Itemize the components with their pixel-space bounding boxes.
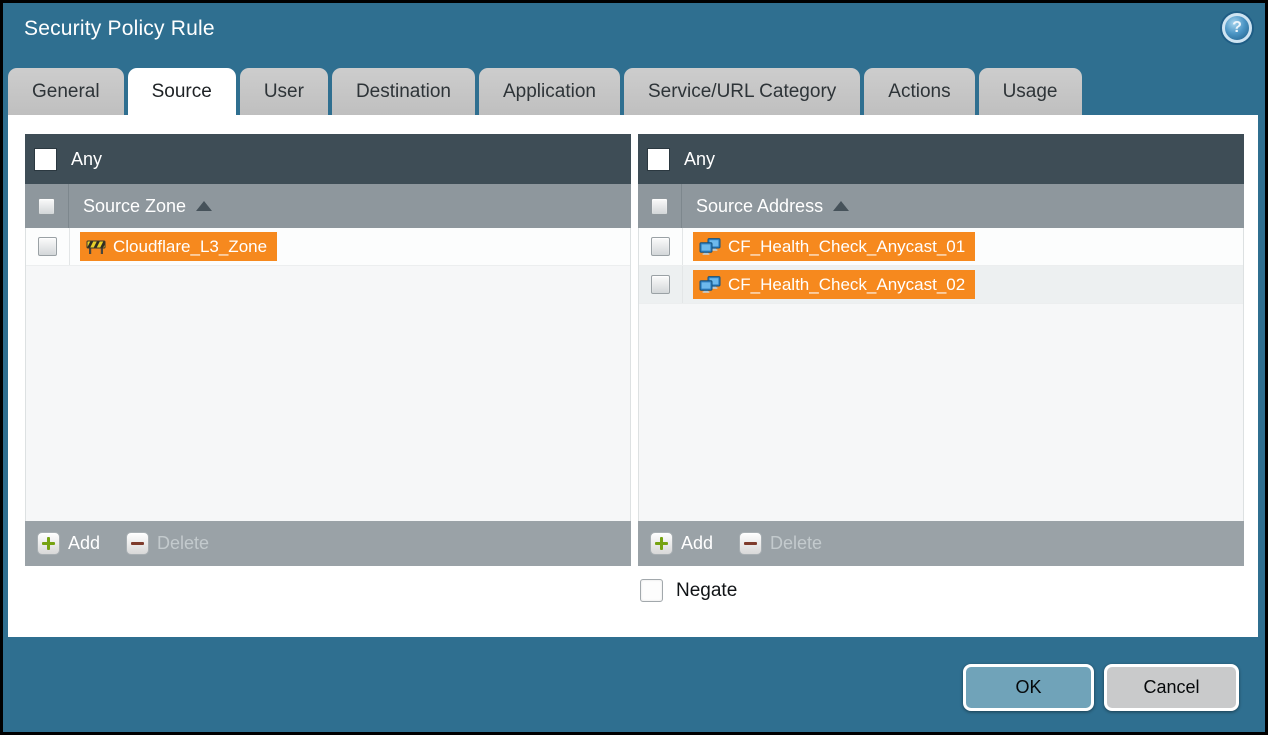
source-address-column-header: Source Address [638, 184, 1244, 228]
tab-bar: General Source User Destination Applicat… [8, 68, 1082, 115]
cancel-button[interactable]: Cancel [1104, 664, 1239, 711]
source-zone-column-header: Source Zone [25, 184, 631, 228]
add-address-button[interactable]: Add [650, 532, 713, 555]
row-checkbox-cell [26, 228, 70, 265]
source-address-any-label: Any [684, 149, 715, 170]
zone-entry[interactable]: Cloudflare_L3_Zone [80, 232, 277, 261]
address-entry-label: CF_Health_Check_Anycast_02 [728, 275, 965, 295]
tab-usage[interactable]: Usage [979, 68, 1082, 115]
add-button-label: Add [68, 533, 100, 554]
dialog-title: Security Policy Rule [24, 17, 215, 41]
address-icon [699, 276, 721, 293]
select-all-cell [25, 184, 69, 228]
delete-zone-button[interactable]: Delete [126, 532, 209, 555]
source-address-panel: Any Source Address [638, 134, 1244, 566]
plus-icon [37, 532, 60, 555]
source-zone-any-label: Any [71, 149, 102, 170]
negate-control: Negate [640, 579, 737, 602]
add-button-label: Add [681, 533, 713, 554]
source-zone-list: Cloudflare_L3_Zone [25, 228, 631, 521]
address-entry[interactable]: CF_Health_Check_Anycast_02 [693, 270, 975, 299]
ok-button[interactable]: OK [963, 664, 1094, 711]
source-zone-row-checkbox[interactable] [38, 237, 57, 256]
source-zone-footer: Add Delete [25, 521, 631, 566]
negate-checkbox[interactable] [640, 579, 663, 602]
source-address-any-row: Any [638, 134, 1244, 184]
tab-actions[interactable]: Actions [864, 68, 974, 115]
tab-service-url-category[interactable]: Service/URL Category [624, 68, 860, 115]
negate-label: Negate [676, 580, 737, 602]
source-address-any-checkbox[interactable] [648, 149, 669, 170]
tab-application[interactable]: Application [479, 68, 620, 115]
help-icon[interactable]: ? [1222, 13, 1252, 43]
address-row-checkbox[interactable] [651, 237, 670, 256]
source-tab-content: Any Source Zone [8, 115, 1258, 637]
source-address-list: CF_Health_Check_Anycast_01 [638, 228, 1244, 521]
address-entry[interactable]: CF_Health_Check_Anycast_01 [693, 232, 975, 261]
source-address-row: CF_Health_Check_Anycast_01 [639, 228, 1243, 266]
address-icon [699, 238, 721, 255]
minus-icon [126, 532, 149, 555]
zone-entry-label: Cloudflare_L3_Zone [113, 237, 267, 257]
source-zone-any-checkbox[interactable] [35, 149, 56, 170]
delete-address-button[interactable]: Delete [739, 532, 822, 555]
source-address-select-all-checkbox[interactable] [651, 198, 668, 215]
delete-button-label: Delete [770, 533, 822, 554]
address-row-checkbox[interactable] [651, 275, 670, 294]
tab-general[interactable]: General [8, 68, 124, 115]
delete-button-label: Delete [157, 533, 209, 554]
tab-user[interactable]: User [240, 68, 328, 115]
source-zone-panel: Any Source Zone [25, 134, 631, 566]
select-all-cell [638, 184, 682, 228]
source-zone-row: Cloudflare_L3_Zone [26, 228, 630, 266]
source-zone-column-title[interactable]: Source Zone [83, 196, 186, 217]
add-zone-button[interactable]: Add [37, 532, 100, 555]
sort-ascending-icon[interactable] [196, 201, 212, 211]
address-entry-label: CF_Health_Check_Anycast_01 [728, 237, 965, 257]
row-checkbox-cell [639, 266, 683, 303]
zone-icon [86, 239, 106, 254]
tab-destination[interactable]: Destination [332, 68, 475, 115]
source-zone-select-all-checkbox[interactable] [38, 198, 55, 215]
sort-ascending-icon[interactable] [833, 201, 849, 211]
source-zone-any-row: Any [25, 134, 631, 184]
source-address-row: CF_Health_Check_Anycast_02 [639, 266, 1243, 304]
source-address-footer: Add Delete [638, 521, 1244, 566]
tab-source[interactable]: Source [128, 68, 236, 115]
source-address-column-title[interactable]: Source Address [696, 196, 823, 217]
row-checkbox-cell [639, 228, 683, 265]
security-policy-rule-dialog: Security Policy Rule ? General Source Us… [0, 0, 1268, 735]
plus-icon [650, 532, 673, 555]
minus-icon [739, 532, 762, 555]
